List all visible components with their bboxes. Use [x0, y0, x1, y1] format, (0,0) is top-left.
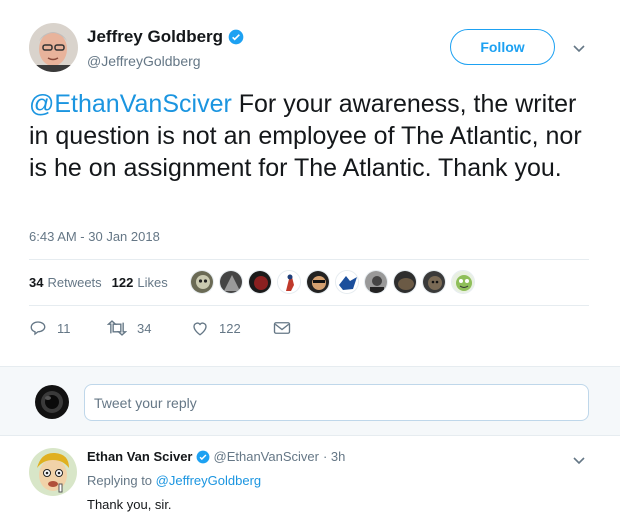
heart-icon: [193, 322, 207, 336]
retweets-stat[interactable]: 34 Retweets: [29, 275, 102, 290]
retweets-label: Retweets: [47, 274, 102, 290]
chevron-down-icon[interactable]: [571, 452, 587, 468]
retweet-action[interactable]: 34: [107, 319, 191, 337]
verified-badge-icon: [196, 450, 209, 463]
replying-to: Replying to @JeffreyGoldberg: [87, 473, 261, 488]
reply-text: Thank you, sir.: [87, 497, 172, 512]
envelope-icon: [273, 322, 291, 334]
liker-avatar[interactable]: [334, 270, 359, 294]
reply-author-avatar[interactable]: [29, 448, 77, 496]
retweet-icon: [107, 320, 127, 336]
replying-to-link[interactable]: @JeffreyGoldberg: [156, 473, 261, 488]
liker-avatar[interactable]: [421, 270, 446, 294]
author-avatar[interactable]: [29, 23, 78, 72]
retweet-count: 34: [137, 320, 152, 336]
liker-avatar[interactable]: [392, 270, 417, 294]
like-action[interactable]: 122: [191, 319, 273, 337]
retweets-count: 34: [29, 274, 44, 290]
chevron-down-icon[interactable]: [571, 40, 587, 56]
like-count: 122: [219, 320, 241, 336]
direct-message-action[interactable]: [273, 320, 301, 336]
reply-tweet: Ethan Van Sciver @EthanVanSciver · 3h Re…: [0, 437, 620, 520]
liker-avatar[interactable]: [218, 270, 243, 294]
reply-author-name[interactable]: Ethan Van Sciver: [87, 449, 193, 464]
tweet-timestamp[interactable]: 6:43 AM - 30 Jan 2018: [29, 229, 160, 244]
liker-avatar[interactable]: [276, 270, 301, 294]
tweet: Jeffrey Goldberg @JeffreyGoldberg Follow…: [0, 0, 620, 366]
tweet-stats: 34 Retweets 122 Likes: [29, 259, 589, 305]
author-name[interactable]: Jeffrey Goldberg: [87, 27, 244, 47]
divider: [29, 305, 589, 306]
current-user-avatar[interactable]: [35, 385, 69, 419]
reply-header: Ethan Van Sciver @EthanVanSciver · 3h: [87, 449, 345, 464]
liker-avatar[interactable]: [305, 270, 330, 294]
reply-time[interactable]: · 3h: [323, 449, 345, 464]
author-name-text[interactable]: Jeffrey Goldberg: [87, 27, 223, 47]
tweet-text: @EthanVanSciver For your awareness, the …: [29, 88, 589, 184]
liker-avatar[interactable]: [189, 270, 214, 294]
reply-input[interactable]: [84, 384, 589, 421]
likes-stat[interactable]: 122 Likes: [112, 275, 168, 290]
likes-count: 122: [111, 274, 134, 290]
reply-author-handle[interactable]: @EthanVanSciver: [214, 449, 319, 464]
liker-avatars: [189, 270, 480, 294]
reply-action[interactable]: 11: [29, 319, 107, 337]
liker-avatar[interactable]: [363, 270, 388, 294]
verified-badge-icon: [228, 29, 244, 45]
liker-avatar[interactable]: [247, 270, 272, 294]
mention-link[interactable]: @EthanVanSciver: [29, 90, 232, 118]
tweet-actions: 11 34 122: [29, 315, 301, 341]
follow-button[interactable]: Follow: [450, 29, 555, 65]
author-handle[interactable]: @JeffreyGoldberg: [87, 53, 201, 69]
reply-composer: [0, 366, 620, 436]
reply-count: 11: [57, 320, 71, 336]
likes-label: Likes: [137, 274, 168, 290]
replying-prefix: Replying to: [87, 473, 153, 488]
liker-avatar[interactable]: [450, 270, 475, 294]
reply-icon: [30, 321, 46, 336]
